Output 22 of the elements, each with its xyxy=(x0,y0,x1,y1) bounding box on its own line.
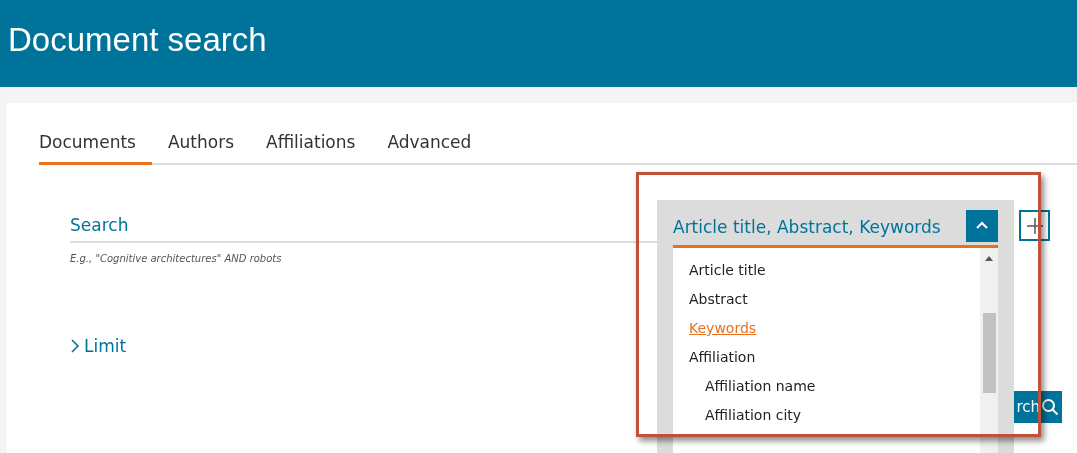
page-title: Document search xyxy=(8,20,267,60)
field-select[interactable]: Article title, Abstract, Keywords xyxy=(673,217,941,237)
tab[interactable]: Affiliations xyxy=(266,132,372,165)
tab[interactable]: Authors xyxy=(167,132,251,165)
dropdown-option[interactable]: Affiliation name xyxy=(673,378,980,407)
dropdown-option[interactable]: Affiliation xyxy=(673,349,980,378)
tab[interactable]: Documents xyxy=(39,132,152,165)
scrollbar[interactable] xyxy=(980,248,998,453)
search-icon xyxy=(1041,398,1059,416)
chevron-icon xyxy=(70,339,80,353)
tab[interactable]: Advanced xyxy=(387,132,488,165)
search-hint: E.g., "Cognitive architectures" AND robots xyxy=(70,253,282,264)
scrollbar-thumb[interactable] xyxy=(983,313,996,393)
dropdown-option[interactable]: Article title xyxy=(673,262,980,291)
scroll-up-icon[interactable] xyxy=(985,256,993,261)
plus-icon xyxy=(1025,216,1044,235)
limit-toggle[interactable]: Limit xyxy=(70,336,127,356)
collapse-button[interactable] xyxy=(966,209,998,242)
dropdown-option[interactable]: Affiliation city xyxy=(673,407,980,436)
dropdown-option[interactable]: Abstract xyxy=(673,291,980,320)
caret-icon xyxy=(975,221,989,230)
add-field-button[interactable] xyxy=(1019,210,1050,241)
